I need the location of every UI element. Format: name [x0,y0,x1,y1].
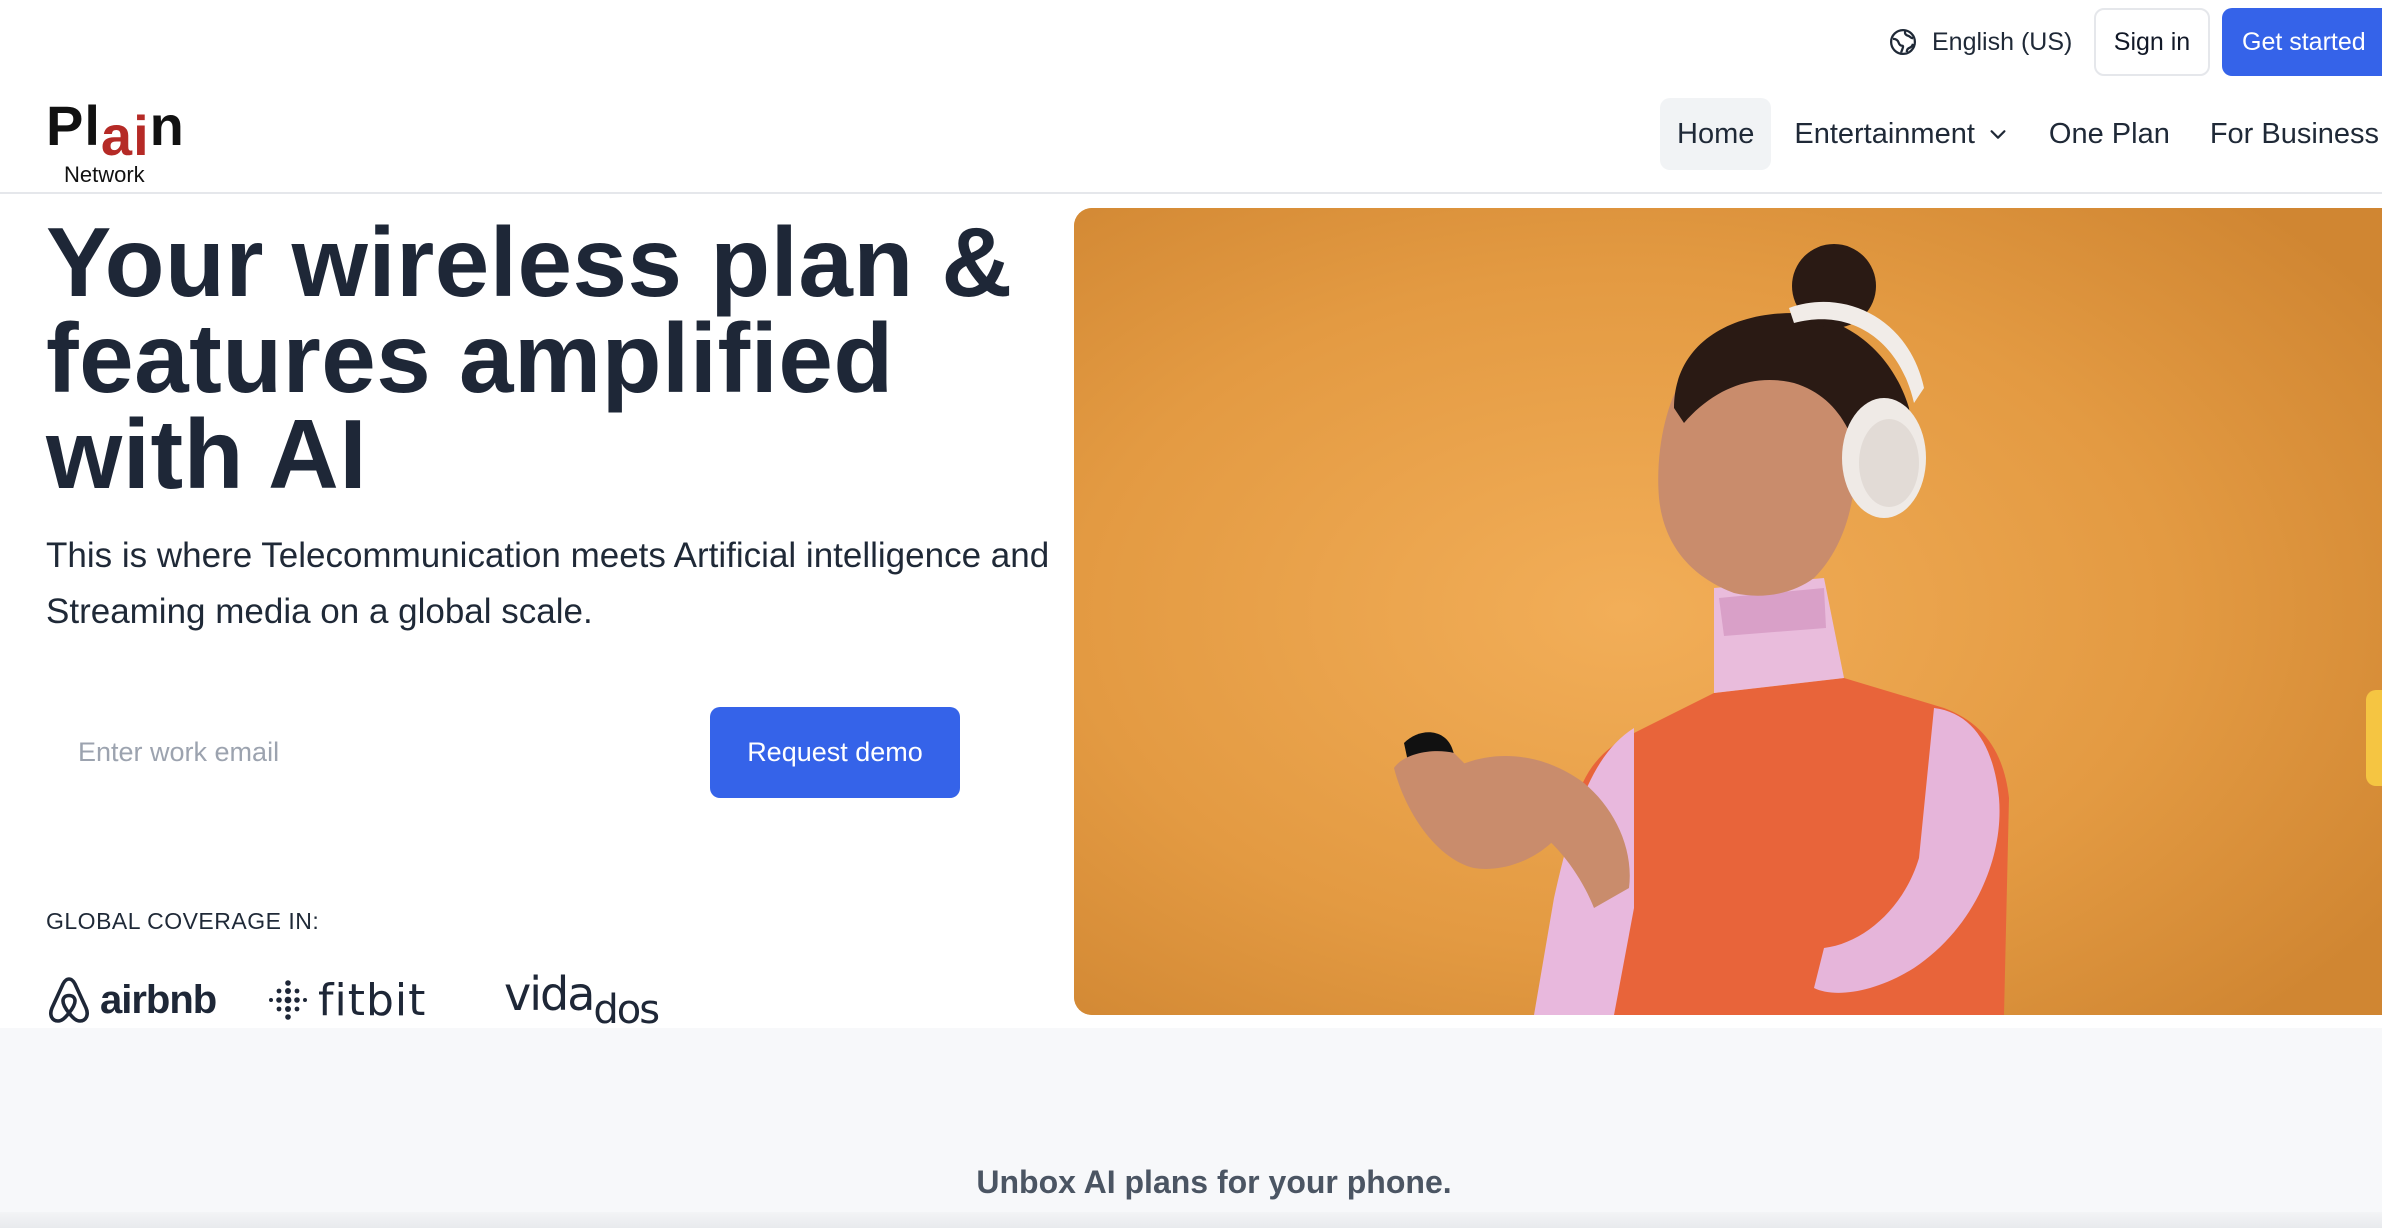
vidados-wordmark-part2: dos [593,987,660,1033]
logo-text-pl: Pl [46,94,101,157]
top-utility-bar: English (US) Sign in Get started [0,0,2382,84]
vidados-logo: vida dos [504,967,660,1033]
hero-subtitle: This is where Telecommunication meets Ar… [46,536,1050,631]
vidados-logo-icon: vida [504,967,595,1021]
request-demo-button[interactable]: Request demo [710,707,960,798]
logo-text-n: n [149,94,185,157]
nav-item-one-plan[interactable]: One Plan [2032,98,2187,170]
nav-item-home[interactable]: Home [1660,98,1772,170]
sign-in-button[interactable]: Sign in [2094,8,2210,76]
plans-section-title: Unbox AI plans for your phone. [976,1164,1452,1200]
language-label: English (US) [1932,27,2073,56]
fitbit-logo-icon [269,980,307,1020]
nav-item-label: Entertainment [1794,117,1975,150]
globe-icon [1890,29,1916,55]
nav-item-entertainment[interactable]: Entertainment [1777,98,2026,170]
work-email-input[interactable] [46,706,686,798]
get-started-button[interactable]: Get started [2222,8,2382,76]
logo-subtitle: Network [64,162,145,187]
section-divider [0,1212,2382,1228]
language-selector[interactable]: English (US) [1888,22,2072,62]
airbnb-logo-icon [49,977,89,1023]
logo-text-ai: ai [100,104,150,167]
fitbit-wordmark: fitbit [318,974,427,1026]
hero-title: Your wireless plan & features amplified … [46,207,1013,509]
coverage-label: GLOBAL COVERAGE IN: [46,908,320,934]
airbnb-wordmark: airbnb [100,977,217,1022]
side-feedback-tab[interactable] [2366,690,2382,786]
logo-wordmark: Plain [46,98,185,164]
plain-network-logo[interactable]: Plain Network [46,98,186,188]
nav-item-for-business[interactable]: For Business [2193,98,2382,170]
nav-item-label: Home [1677,117,1755,150]
chevron-down-icon [1990,130,2006,139]
fitbit-logo: fitbit [268,970,426,1030]
brand-logos: airbnb fitbit vida dos [46,967,706,1033]
woman-headphones-phone-photo [1074,208,2382,1015]
main-navigation: Plain Network Home Entertainment One Pla… [0,84,2382,194]
nav-links: Home Entertainment One Plan For Business [1660,98,2382,170]
nav-item-label: One Plan [2048,117,2170,150]
airbnb-logo: airbnb [46,970,217,1030]
nav-item-label: For Business [2209,117,2380,150]
hero-image [1074,208,2382,1015]
